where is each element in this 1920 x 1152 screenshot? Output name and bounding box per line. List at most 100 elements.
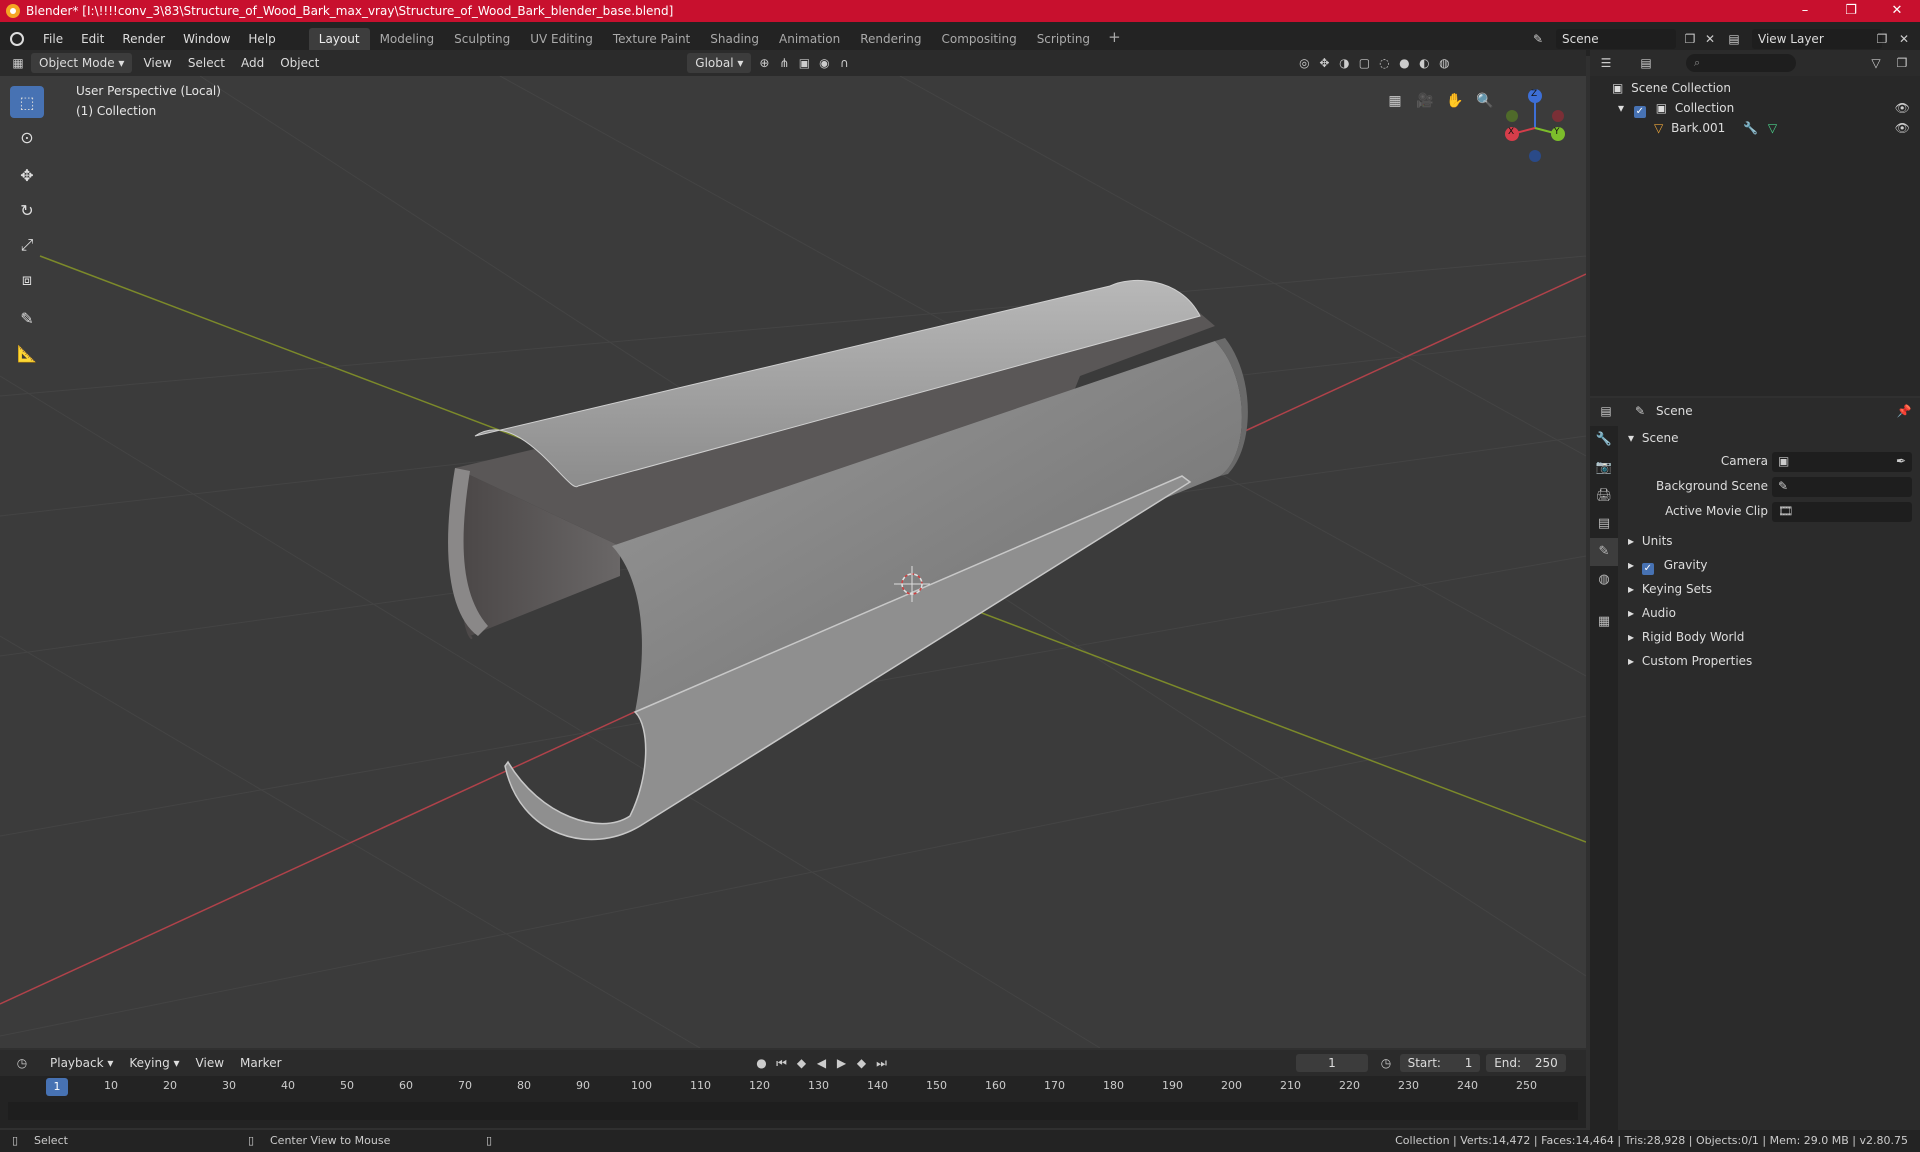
display-mode-icon[interactable]: ▤	[1636, 53, 1656, 73]
tab-scripting[interactable]: Scripting	[1027, 28, 1100, 50]
tab-uv-editing[interactable]: UV Editing	[520, 28, 603, 50]
solid-shading-icon[interactable]: ●	[1394, 53, 1414, 73]
xray-icon[interactable]: ▢	[1354, 53, 1374, 73]
play-reverse-icon[interactable]: ◀	[812, 1053, 832, 1073]
jump-end-icon[interactable]: ⏭	[872, 1053, 892, 1073]
gravity-panel-header[interactable]: ▸ ✓ Gravity	[1620, 553, 1920, 577]
camera-field[interactable]: ▣ ✒	[1772, 452, 1912, 472]
collection-checkbox[interactable]: ✓	[1633, 106, 1646, 118]
scene-selector-icon[interactable]: ✎	[1528, 29, 1548, 49]
world-tab-icon[interactable]: ◍	[1590, 566, 1618, 594]
delete-view-layer-icon[interactable]: ✕	[1894, 29, 1914, 49]
transform-tool-icon[interactable]: ⧈	[10, 264, 44, 296]
transform-orientation-dropdown[interactable]: Global ▾	[687, 53, 752, 73]
measure-tool-icon[interactable]: 📐	[10, 337, 44, 369]
grid-view-icon[interactable]: ▦	[1380, 88, 1410, 114]
tree-object-bark[interactable]: ▽ Bark.001 🔧 ▽ 👁	[1590, 118, 1920, 138]
rigid-body-world-panel-header[interactable]: ▸ Rigid Body World	[1620, 625, 1920, 649]
end-frame-field[interactable]: End: 250	[1486, 1054, 1566, 1072]
play-icon[interactable]: ▶	[832, 1053, 852, 1073]
gravity-checkbox[interactable]: ✓	[1641, 563, 1654, 575]
menu-window[interactable]: Window	[174, 28, 239, 50]
mode-dropdown[interactable]: Object Mode ▾	[31, 53, 133, 73]
view-layer-field[interactable]: View Layer	[1752, 29, 1882, 49]
menu-marker[interactable]: Marker	[232, 1053, 289, 1073]
tool-settings-tab-icon[interactable]: 🔧	[1590, 426, 1618, 454]
new-view-layer-icon[interactable]: ❐	[1872, 29, 1892, 49]
menu-edit[interactable]: Edit	[72, 28, 113, 50]
tab-sculpting[interactable]: Sculpting	[444, 28, 520, 50]
tab-texture-paint[interactable]: Texture Paint	[603, 28, 700, 50]
units-panel-header[interactable]: ▸ Units	[1620, 529, 1920, 553]
filter-icon[interactable]: ▽	[1866, 53, 1886, 73]
timeline-track[interactable]	[8, 1102, 1578, 1120]
scene-tab-icon[interactable]: ✎	[1590, 538, 1618, 566]
next-keyframe-icon[interactable]: ◆	[852, 1053, 872, 1073]
tree-scene-collection[interactable]: ▣ Scene Collection	[1590, 78, 1920, 98]
tab-compositing[interactable]: Compositing	[931, 28, 1026, 50]
collection-eye-icon[interactable]: 👁	[1895, 98, 1910, 118]
pivot-icon[interactable]: ⊕	[754, 53, 774, 73]
background-scene-field[interactable]: ✎	[1772, 477, 1912, 497]
3d-viewport[interactable]: User Perspective (Local) (1) Collection …	[0, 76, 1586, 1048]
playhead[interactable]: 1	[46, 1078, 68, 1096]
keying-sets-panel-header[interactable]: ▸ Keying Sets	[1620, 577, 1920, 601]
audio-panel-header[interactable]: ▸ Audio	[1620, 601, 1920, 625]
gizmo-toggle-icon[interactable]: ✥	[1314, 53, 1334, 73]
proportional-edit-icon[interactable]: ◉	[814, 53, 834, 73]
rendered-shading-icon[interactable]: ◍	[1434, 53, 1454, 73]
modifier-wrench-icon[interactable]: 🔧	[1743, 121, 1758, 135]
close-button[interactable]: ✕	[1874, 0, 1920, 22]
tab-modeling[interactable]: Modeling	[370, 28, 445, 50]
cursor-tool-icon[interactable]: ⊙	[10, 121, 44, 153]
falloff-icon[interactable]: ∩	[834, 53, 854, 73]
maximize-button[interactable]: ❐	[1828, 0, 1874, 22]
zoom-icon[interactable]: 🔍	[1470, 88, 1500, 114]
eyedropper-icon[interactable]: ✒	[1896, 454, 1906, 468]
timeline-ruler[interactable]: 1 10 20 30 40 50 60 70 80 90 100 110 120…	[0, 1076, 1586, 1098]
expand-arrow-icon[interactable]: ▾	[1618, 101, 1624, 115]
new-collection-icon[interactable]: ❐	[1892, 53, 1912, 73]
start-frame-field[interactable]: Start: 1	[1400, 1054, 1480, 1072]
tab-shading[interactable]: Shading	[700, 28, 769, 50]
move-tool-icon[interactable]: ✥	[10, 159, 44, 191]
menu-object[interactable]: Object	[272, 53, 327, 73]
tree-collection[interactable]: ▾ ✓ ▣ Collection 👁	[1590, 98, 1920, 118]
outliner-editor-icon[interactable]: ☰	[1596, 53, 1616, 73]
active-movie-clip-field[interactable]: 🎞	[1772, 502, 1912, 522]
timeline-editor-icon[interactable]: ◷	[12, 1053, 32, 1073]
menu-select[interactable]: Select	[180, 53, 233, 73]
menu-timeline-view[interactable]: View	[188, 1053, 232, 1073]
pin-icon[interactable]: 📌	[1894, 401, 1914, 421]
visibility-icon[interactable]: ◎	[1294, 53, 1314, 73]
add-workspace-button[interactable]: +	[1100, 28, 1129, 50]
outliner-search-input[interactable]: ⌕	[1686, 54, 1796, 72]
camera-view-icon[interactable]: 🎥	[1410, 88, 1440, 114]
current-frame-field[interactable]: 1	[1296, 1054, 1368, 1072]
menu-render[interactable]: Render	[113, 28, 174, 50]
pan-hand-icon[interactable]: ✋	[1440, 88, 1470, 114]
menu-file[interactable]: File	[34, 28, 72, 50]
navigation-gizmo[interactable]	[1505, 89, 1565, 162]
menu-keying[interactable]: Keying ▾	[121, 1053, 187, 1073]
jump-start-icon[interactable]: ⏮	[772, 1053, 792, 1073]
view-layer-tab-icon[interactable]: ▤	[1590, 510, 1618, 538]
tab-layout[interactable]: Layout	[308, 28, 370, 50]
tab-animation[interactable]: Animation	[769, 28, 850, 50]
scale-tool-icon[interactable]: ⤢	[10, 229, 44, 261]
select-box-tool-icon[interactable]: ⬚	[10, 86, 44, 118]
editor-type-icon[interactable]: ▦	[8, 53, 28, 73]
scene-name-field[interactable]: Scene	[1556, 29, 1676, 49]
annotate-tool-icon[interactable]: ✎	[10, 302, 44, 334]
object-eye-icon[interactable]: 👁	[1895, 118, 1910, 138]
properties-editor-icon[interactable]: ▤	[1596, 401, 1616, 421]
snap-target-icon[interactable]: ▣	[794, 53, 814, 73]
mesh-data-icon[interactable]: ▽	[1768, 121, 1777, 135]
overlay-icon[interactable]: ◑	[1334, 53, 1354, 73]
stopwatch-icon[interactable]: ◷	[1376, 1053, 1396, 1073]
delete-scene-icon[interactable]: ✕	[1700, 29, 1720, 49]
output-tab-icon[interactable]: 🖨	[1590, 482, 1618, 510]
menu-add[interactable]: Add	[233, 53, 272, 73]
minimize-button[interactable]: –	[1782, 0, 1828, 22]
view-layer-icon[interactable]: ▤	[1724, 29, 1744, 49]
